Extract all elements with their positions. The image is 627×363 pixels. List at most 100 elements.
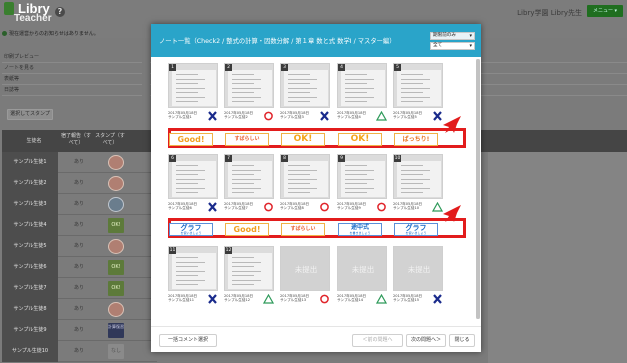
stamp-good[interactable]: Good!	[169, 133, 213, 146]
note-thumbnail[interactable]: 12	[224, 246, 274, 291]
stamp-ok[interactable]: OK!	[108, 260, 124, 275]
note-thumbnail[interactable]: 未提出	[393, 246, 443, 291]
stamp-text: Good!	[177, 135, 205, 144]
student-row[interactable]: サンプル生徒6 あり OK!	[2, 257, 157, 278]
circle-mark-icon[interactable]	[263, 111, 274, 121]
stamp-good[interactable]: Good!	[225, 223, 269, 236]
student-row[interactable]: サンプル生徒10 あり なし	[2, 341, 157, 362]
stamp-bacchiri[interactable]: ばっちり!	[394, 133, 438, 146]
link-view-notes[interactable]: ノートを見る	[2, 63, 142, 74]
cross-mark-icon[interactable]	[432, 111, 443, 121]
stamp-blue[interactable]	[108, 197, 124, 212]
student-row[interactable]: サンプル生徒2 あり	[2, 173, 157, 194]
background-grid	[488, 152, 627, 363]
student-name[interactable]: サンプル生徒7	[2, 278, 58, 299]
student-name[interactable]: サンプル生徒9	[2, 320, 58, 341]
scrollbar[interactable]	[476, 59, 480, 319]
student-name[interactable]: サンプル生徒10	[2, 341, 58, 362]
note-paper	[397, 70, 441, 106]
menu-button[interactable]: メニュー ▾	[587, 5, 623, 17]
stamp-badge[interactable]	[108, 176, 124, 191]
student-row[interactable]: サンプル生徒8 あり	[2, 299, 157, 320]
note-thumbnail[interactable]: 8	[280, 154, 330, 199]
cross-mark-icon[interactable]	[207, 111, 218, 121]
student-row[interactable]: サンプル生徒5 あり	[2, 236, 157, 257]
close-button[interactable]: 閉じる	[449, 334, 475, 347]
col-submitted[interactable]: 宿了報告（すべて）	[60, 133, 92, 147]
stamp-selected-button[interactable]: 選択してスタンプ	[7, 109, 53, 120]
student-name[interactable]: サンプル生徒5	[2, 236, 58, 257]
student-name[interactable]: サンプル生徒4	[2, 215, 58, 236]
scrollbar-thumb[interactable]	[476, 59, 480, 319]
student-name[interactable]: サンプル生徒1	[2, 152, 58, 173]
note-thumbnail[interactable]: 未提出	[280, 246, 330, 291]
note-student: サンプル生徒15	[393, 298, 420, 303]
note-thumbnail[interactable]: 3	[280, 63, 330, 108]
stamp-graph[interactable]: グラフ を使いましょう	[169, 223, 213, 236]
link-print-preview[interactable]: 印刷プレビュー	[2, 52, 142, 63]
note-thumbnail[interactable]: 1	[168, 63, 218, 108]
stamp-subarashii[interactable]: すばらしい	[281, 223, 325, 236]
student-row[interactable]: サンプル生徒1 あり	[2, 152, 157, 173]
circle-mark-icon[interactable]	[319, 202, 330, 212]
note-student: サンプル生徒3	[280, 115, 304, 120]
student-row[interactable]: サンプル生徒9 あり 計算復習	[2, 320, 157, 341]
student-name[interactable]: サンプル生徒8	[2, 299, 58, 320]
note-thumbnail[interactable]: 5	[393, 63, 443, 108]
link-cover[interactable]: 表紙等	[2, 74, 142, 85]
student-row[interactable]: サンプル生徒7 あり OK!	[2, 278, 157, 299]
note-thumbnail[interactable]: 2	[224, 63, 274, 108]
stamp-text: すばらしい	[234, 136, 260, 142]
stamp-navy[interactable]: 計算復習	[108, 323, 124, 338]
circle-mark-icon[interactable]	[263, 202, 274, 212]
triangle-mark-icon[interactable]	[431, 201, 444, 212]
col-stamp[interactable]: スタンプ（すべて）	[94, 133, 126, 147]
note-thumbnail[interactable]: 4	[337, 63, 387, 108]
cross-mark-icon[interactable]	[432, 294, 443, 304]
cross-mark-icon[interactable]	[319, 111, 330, 121]
stamp-badge[interactable]	[108, 302, 124, 317]
note-thumbnail[interactable]: 10	[393, 154, 443, 199]
col-name[interactable]: 生徒名	[14, 138, 54, 145]
user-name: Libry学園 Libry先生	[517, 9, 582, 17]
note-thumbnail[interactable]: 11	[168, 246, 218, 291]
circle-mark-icon[interactable]	[376, 202, 387, 212]
stamp-badge[interactable]	[108, 155, 124, 170]
student-name[interactable]: サンプル生徒6	[2, 257, 58, 278]
stamp-ok[interactable]: OK!	[108, 218, 124, 233]
triangle-mark-icon[interactable]	[375, 293, 388, 304]
stamp-tochu[interactable]: 途中式 を書きましょう	[338, 223, 382, 236]
circle-mark-icon[interactable]	[319, 294, 330, 304]
student-name[interactable]: サンプル生徒2	[2, 173, 58, 194]
student-row[interactable]: サンプル生徒3 あり	[2, 194, 157, 215]
note-paper	[228, 161, 272, 197]
triangle-mark-icon[interactable]	[375, 110, 388, 121]
note-thumbnail[interactable]: 9	[337, 154, 387, 199]
cross-mark-icon[interactable]	[207, 294, 218, 304]
student-row[interactable]: サンプル生徒4 あり OK!	[2, 215, 157, 236]
prev-question-button[interactable]: ＜前の問題へ	[352, 334, 403, 347]
stamp-badge[interactable]	[108, 239, 124, 254]
note-thumbnail[interactable]: 未提出	[337, 246, 387, 291]
stamp-ok[interactable]: OK!	[108, 281, 124, 296]
note-student: サンプル生徒8	[280, 206, 304, 211]
note-thumbnail[interactable]: 6	[168, 154, 218, 199]
note-thumbnail[interactable]: 7	[224, 154, 274, 199]
filter-select[interactable]: 期限前のみ ▾	[430, 32, 475, 40]
cross-mark-icon[interactable]	[207, 202, 218, 212]
app-logo[interactable]: Libry Teacher	[6, 2, 52, 24]
bulk-comment-button[interactable]: 一括コメント選択	[159, 334, 217, 347]
stamp-graph[interactable]: グラフ を使いましょう	[394, 223, 438, 236]
help-icon[interactable]: ?	[55, 7, 65, 17]
stamp-ok[interactable]: OK!	[281, 133, 325, 146]
stamp-ok[interactable]: OK!	[338, 133, 382, 146]
stamp-gray[interactable]: なし	[108, 344, 124, 359]
all-select[interactable]: 全て ▾	[430, 42, 475, 50]
student-name[interactable]: サンプル生徒3	[2, 194, 58, 215]
note-student: サンプル生徒5	[393, 115, 417, 120]
triangle-mark-icon[interactable]	[262, 293, 275, 304]
stamp-subarashii[interactable]: すばらしい	[225, 133, 269, 146]
link-journal[interactable]: 日誌等	[2, 85, 142, 96]
next-question-button[interactable]: 次の問題へ＞	[406, 334, 446, 347]
note-meta: 2017年05月18日 サンプル生徒2	[224, 111, 262, 120]
